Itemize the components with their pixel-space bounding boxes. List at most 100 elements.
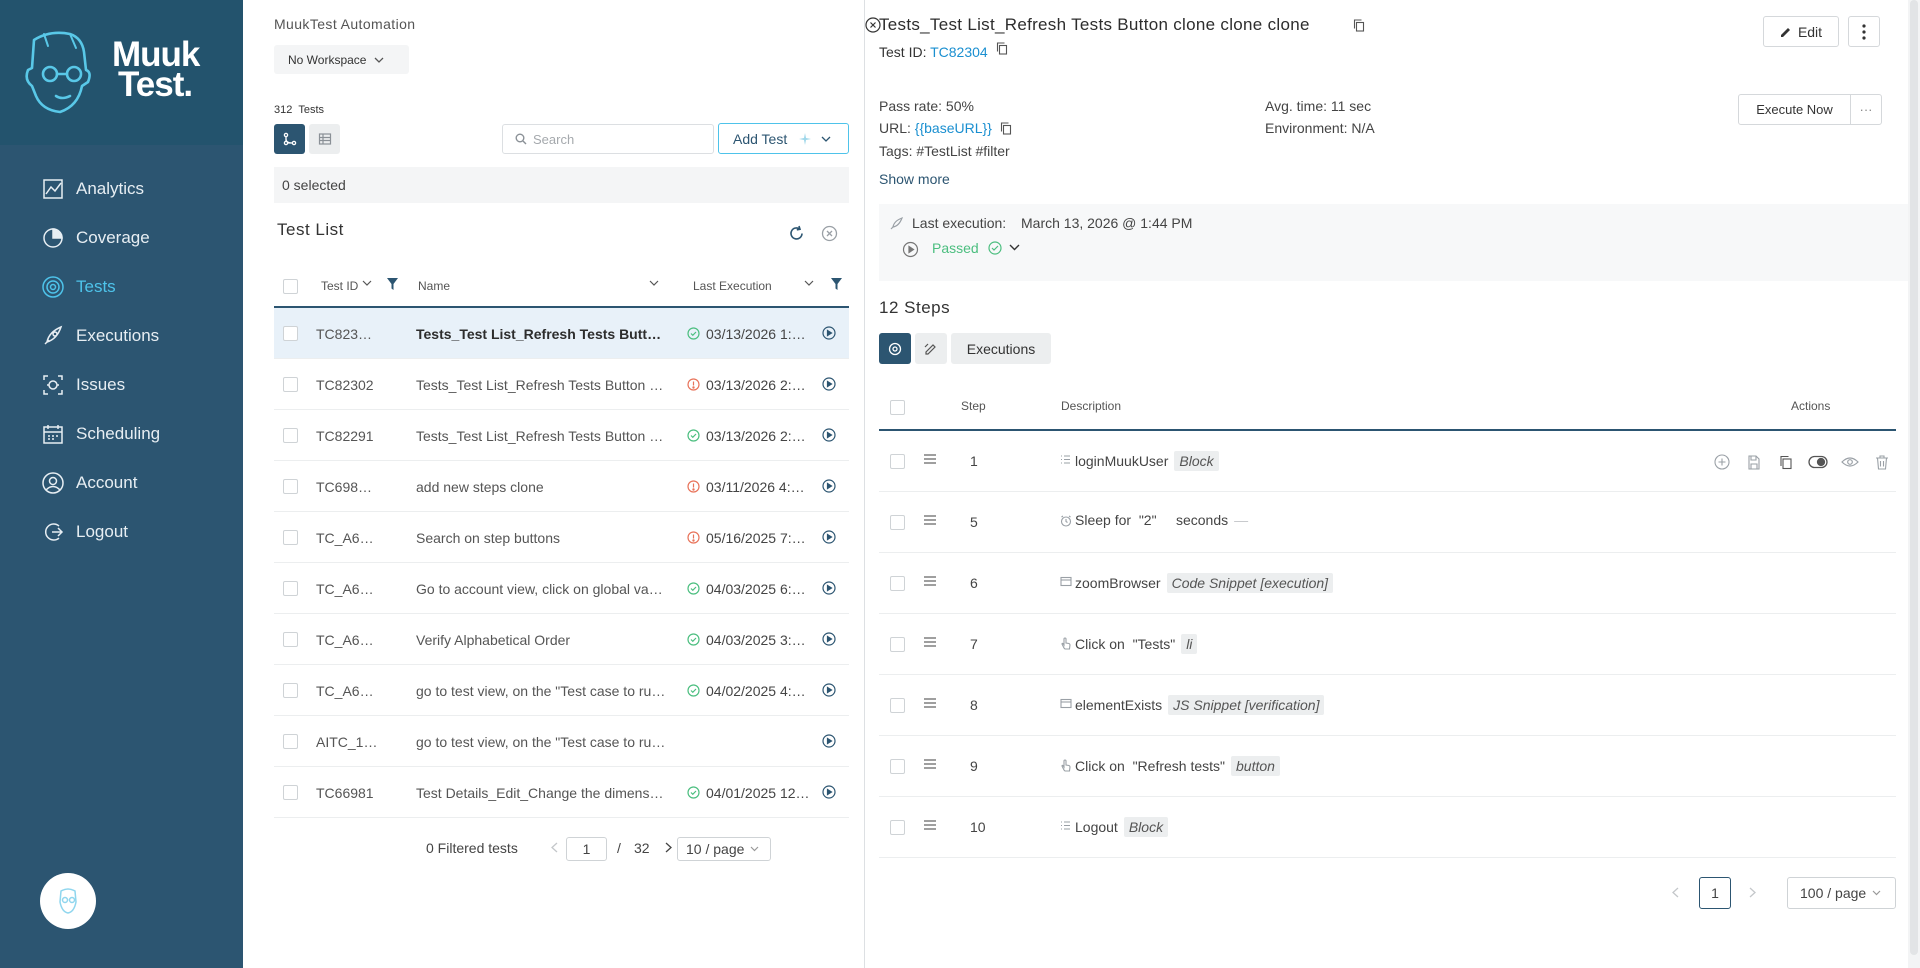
chevron-down-icon[interactable] [1009, 244, 1020, 251]
sort-chevron-icon[interactable] [804, 280, 814, 286]
avatar[interactable] [40, 873, 96, 929]
step-checkbox[interactable] [890, 698, 905, 713]
row-checkbox[interactable] [283, 377, 298, 392]
step-row[interactable]: 9 Click on "Refresh tests" button [879, 736, 1896, 797]
row-checkbox[interactable] [283, 326, 298, 341]
row-checkbox[interactable] [283, 734, 298, 749]
step-description[interactable]: Click on "Refresh tests" button [1075, 756, 1280, 776]
workspace-dropdown[interactable]: No Workspace [274, 45, 409, 74]
step-row[interactable]: 5 Sleep for "2" seconds — [879, 492, 1896, 553]
row-checkbox[interactable] [283, 530, 298, 545]
row-checkbox[interactable] [283, 581, 298, 596]
table-row[interactable]: TC82302 Tests_Test List_Refresh Tests But… [274, 359, 849, 410]
row-checkbox[interactable] [283, 632, 298, 647]
more-options-button[interactable] [1848, 16, 1880, 47]
step-checkbox[interactable] [890, 454, 905, 469]
drag-handle-icon[interactable] [923, 697, 937, 709]
play-icon[interactable] [822, 581, 836, 595]
col-name[interactable]: Name [418, 279, 450, 293]
row-checkbox[interactable] [283, 683, 298, 698]
step-checkbox[interactable] [890, 515, 905, 530]
play-icon[interactable] [822, 530, 836, 544]
sidebar-item-analytics[interactable]: Analytics [40, 174, 144, 204]
toggle-icon[interactable] [1806, 451, 1830, 473]
show-more-link[interactable]: Show more [879, 171, 950, 187]
prev-page-icon[interactable] [1672, 887, 1679, 898]
step-checkbox[interactable] [890, 637, 905, 652]
step-row[interactable]: 7 Click on "Tests" li [879, 614, 1896, 675]
execute-options-button[interactable]: ··· [1850, 94, 1882, 125]
edit-button[interactable]: Edit [1763, 16, 1839, 47]
test-id-link[interactable]: TC82304 [930, 44, 988, 60]
step-row[interactable]: 6 zoomBrowser Code Snippet [execution] [879, 553, 1896, 614]
add-test-button[interactable]: Add Test [718, 123, 849, 154]
page-size-select[interactable]: 100 / page [1787, 877, 1896, 909]
step-checkbox[interactable] [890, 759, 905, 774]
prev-page-icon[interactable] [551, 842, 558, 853]
step-description[interactable]: Sleep for "2" seconds — [1075, 512, 1248, 528]
play-icon[interactable] [822, 683, 836, 697]
add-step-icon[interactable] [1710, 451, 1734, 473]
sidebar-item-logout[interactable]: Logout [40, 517, 128, 547]
table-row[interactable]: TC_A6… Search on step buttons 05/16/2025 7… [274, 512, 849, 563]
grid-view-toggle[interactable] [309, 124, 340, 154]
next-page-icon[interactable] [665, 842, 672, 853]
trash-icon[interactable] [1870, 451, 1894, 473]
col-last-execution[interactable]: Last Execution [693, 279, 772, 293]
play-icon[interactable] [822, 326, 836, 340]
drag-handle-icon[interactable] [923, 819, 937, 831]
drag-handle-icon[interactable] [923, 758, 937, 770]
next-page-icon[interactable] [1749, 887, 1756, 898]
table-row[interactable]: TC82291 Tests_Test List_Refresh Tests But… [274, 410, 849, 461]
sort-chevron-icon[interactable] [362, 280, 372, 286]
col-test-id[interactable]: Test ID [321, 279, 358, 293]
play-icon[interactable] [822, 632, 836, 646]
table-row[interactable]: TC_A6… Go to account view, click on globa… [274, 563, 849, 614]
page-size-select[interactable]: 10 / page [677, 837, 771, 861]
select-all-steps-checkbox[interactable] [890, 400, 905, 415]
table-row[interactable]: TC_A6… Verify Alphabetical Order 04/03/202… [274, 614, 849, 665]
step-description[interactable]: zoomBrowser Code Snippet [execution] [1075, 573, 1334, 593]
drag-handle-icon[interactable] [923, 575, 937, 587]
table-row[interactable]: AITC_1… go to test view, on the "Test cas… [274, 716, 849, 767]
sidebar-item-tests[interactable]: Tests [40, 272, 116, 302]
row-checkbox[interactable] [283, 479, 298, 494]
duplicate-icon[interactable] [1774, 451, 1798, 473]
page-input[interactable]: 1 [566, 837, 607, 861]
page-1-button[interactable]: 1 [1699, 877, 1731, 909]
brand-logo[interactable]: Muuk Test. [0, 0, 243, 145]
sidebar-item-issues[interactable]: Issues [40, 370, 125, 400]
eye-icon[interactable] [1838, 451, 1862, 473]
url-value[interactable]: {{baseURL}} [915, 120, 992, 136]
list-view-toggle[interactable] [274, 124, 305, 154]
scrollbar-thumb[interactable] [1910, 0, 1918, 955]
play-icon[interactable] [822, 428, 836, 442]
step-description[interactable]: loginMuukUser Block [1075, 451, 1219, 471]
copy-icon[interactable] [1000, 122, 1012, 135]
scrollbar[interactable] [1908, 0, 1920, 968]
search-input[interactable] [533, 131, 683, 147]
table-row[interactable]: TC_A6… go to test view, on the "Test case… [274, 665, 849, 716]
step-row[interactable]: 10 Logout Block [879, 797, 1896, 858]
table-row[interactable]: TC66981 Test Details_Edit_Change the dime… [274, 767, 849, 818]
sidebar-item-executions[interactable]: Executions [40, 321, 159, 351]
play-icon[interactable] [822, 734, 836, 748]
step-row[interactable]: 8 elementExists JS Snippet [verification] [879, 675, 1896, 736]
step-checkbox[interactable] [890, 576, 905, 591]
sidebar-item-account[interactable]: Account [40, 468, 137, 498]
execute-now-button[interactable]: Execute Now [1738, 94, 1851, 125]
step-row[interactable]: 1 loginMuukUser Block [879, 431, 1896, 492]
tab-edit-steps[interactable] [915, 333, 947, 364]
step-description[interactable]: elementExists JS Snippet [verification] [1075, 695, 1325, 715]
sidebar-item-coverage[interactable]: Coverage [40, 223, 150, 253]
play-circle-icon[interactable] [902, 241, 919, 258]
drag-handle-icon[interactable] [923, 453, 937, 465]
filter-icon[interactable] [387, 278, 398, 290]
table-row[interactable]: TC823… Tests_Test List_Refresh Tests Butt… [274, 308, 849, 359]
table-row[interactable]: TC698… add new steps clone 03/11/2026 4:15… [274, 461, 849, 512]
step-description[interactable]: Logout Block [1075, 817, 1169, 837]
filter-icon[interactable] [831, 278, 842, 290]
select-all-checkbox[interactable] [283, 279, 298, 294]
copy-icon[interactable] [996, 42, 1008, 55]
drag-handle-icon[interactable] [923, 514, 937, 526]
